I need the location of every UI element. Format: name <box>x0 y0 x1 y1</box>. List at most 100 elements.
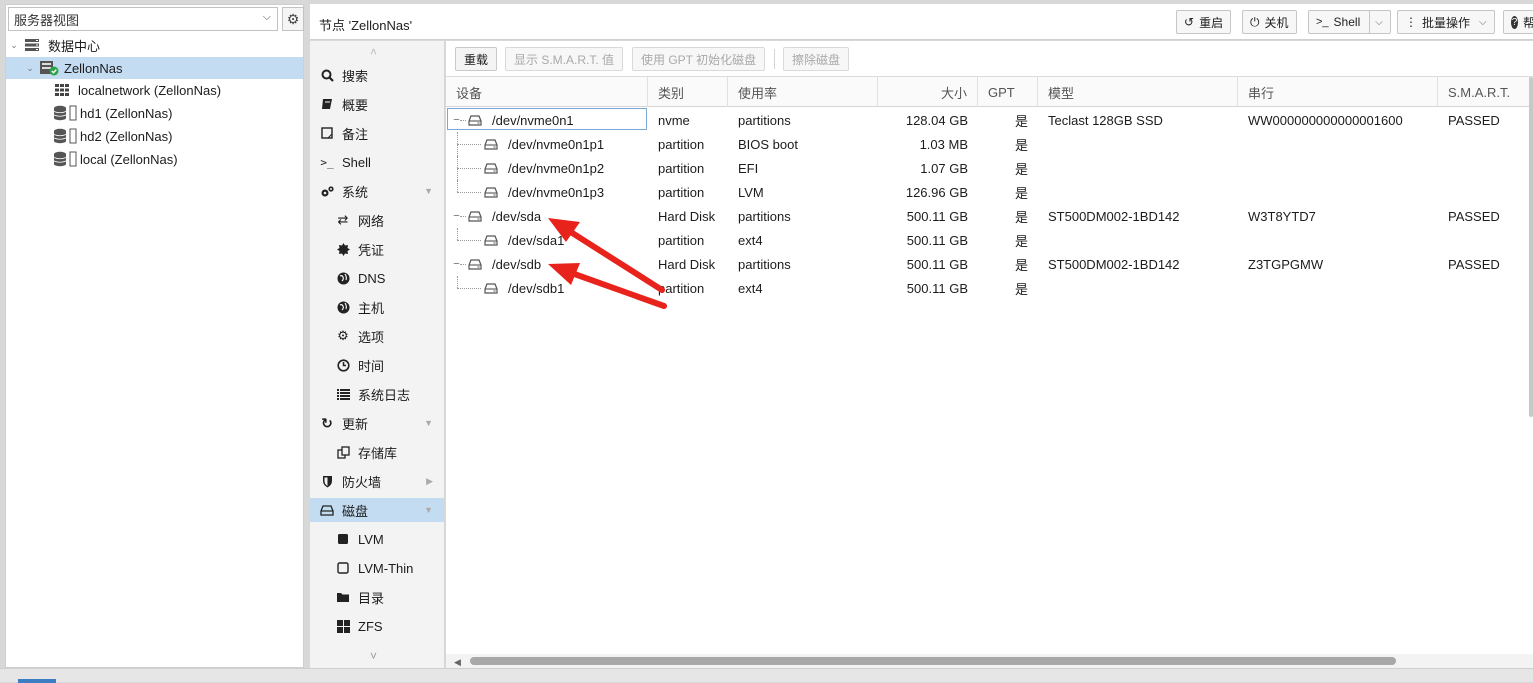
usage-cell: partitions <box>738 256 791 272</box>
tree-item-label: local (ZellonNas) <box>80 151 178 167</box>
table-row[interactable]: /dev/nvme0n1p1 partition BIOS boot 1.03 MB 是 <box>446 132 1533 156</box>
clock-icon <box>335 358 351 372</box>
nav-item-1[interactable]: 概要 <box>310 92 444 116</box>
col-type[interactable]: 类别 <box>648 77 728 107</box>
nav-item-11[interactable]: 系统日志 <box>310 382 444 406</box>
nav-item-13[interactable]: 存储库 <box>310 440 444 464</box>
shutdown-button[interactable]: ⏻ 关机 <box>1242 10 1297 34</box>
nav-item-label: 概要 <box>342 97 369 113</box>
table-row[interactable]: −/dev/nvme0n1 nvme partitions 128.04 GB 是 Tec… <box>446 108 1533 132</box>
nav-item-8[interactable]: 主机 <box>310 295 444 319</box>
nav-item-4[interactable]: 系统 ▼ <box>310 179 444 203</box>
nav-item-7[interactable]: DNS <box>310 266 444 290</box>
nav-item-17[interactable]: LVM-Thin <box>310 556 444 580</box>
nav-item-5[interactable]: ⇄ 网络 <box>310 208 444 232</box>
nav-item-label: 网络 <box>358 213 385 229</box>
gear-icon[interactable]: ⚙ <box>282 7 304 31</box>
nav-item-2[interactable]: 备注 <box>310 121 444 145</box>
col-size[interactable]: 大小 <box>878 77 978 107</box>
col-usage[interactable]: 使用率 <box>728 77 878 107</box>
nav-item-18[interactable]: 目录 <box>310 585 444 609</box>
reload-label: 重载 <box>464 52 489 67</box>
table-row[interactable]: −/dev/sdb Hard Disk partitions 500.11 GB 是 ST… <box>446 252 1533 276</box>
show-smart-button[interactable]: 显示 S.M.A.R.T. 值 <box>505 47 624 71</box>
col-type-label: 类别 <box>658 85 685 101</box>
size-cell: 500.11 GB <box>906 280 968 296</box>
node-online-icon <box>38 60 60 76</box>
nav-item-14[interactable]: 防火墙 ▶ <box>310 469 444 493</box>
reboot-label: 重启 <box>1199 15 1224 30</box>
tree-item-hd2[interactable]: hd2 (ZellonNas) <box>6 125 303 147</box>
nav-item-9[interactable]: ⚙ 选项 <box>310 324 444 348</box>
nav-item-12[interactable]: ↻ 更新 ▼ <box>310 411 444 435</box>
nav-item-16[interactable]: LVM <box>310 527 444 551</box>
chevron-down-icon[interactable]: ▼ <box>424 505 433 515</box>
model-cell <box>1038 276 1238 300</box>
table-row[interactable]: /dev/sdb1 partition ext4 500.11 GB 是 <box>446 276 1533 300</box>
shield-icon <box>319 475 335 488</box>
scroll-up-icon[interactable]: ˄ <box>370 45 377 59</box>
reload-button[interactable]: 重载 <box>455 47 498 71</box>
task-log-tab[interactable] <box>18 679 56 683</box>
type-cell: partition <box>658 136 705 152</box>
folder-icon <box>335 592 351 603</box>
col-device-label: 设备 <box>456 85 483 101</box>
help-button[interactable]: ? 帮 <box>1503 10 1533 34</box>
device-name: /dev/sdb1 <box>508 280 565 296</box>
scroll-down-icon[interactable]: ˅ <box>370 649 377 663</box>
nav-item-0[interactable]: 搜索 <box>310 63 444 87</box>
tree-collapse-icon[interactable]: ⌄ <box>8 40 20 51</box>
tree-item-datacenter[interactable]: ⌄ 数据中心 <box>6 34 303 56</box>
horizontal-scrollbar[interactable]: ◀ <box>446 654 1533 668</box>
bulk-actions-label: 批量操作 <box>1422 15 1471 30</box>
nav-item-15[interactable]: 磁盘 ▼ <box>310 498 444 522</box>
chevron-right-icon[interactable]: ▶ <box>426 476 433 487</box>
tree-item-label: 数据中心 <box>48 38 101 54</box>
gear-icon: ⚙ <box>337 328 349 343</box>
table-row[interactable]: −/dev/sda Hard Disk partitions 500.11 GB 是 ST… <box>446 204 1533 228</box>
network-grid-icon <box>52 83 72 97</box>
nav-item-19[interactable]: ZFS <box>310 614 444 638</box>
init-gpt-button[interactable]: 使用 GPT 初始化磁盘 <box>632 47 766 71</box>
power-icon: ⏻ <box>1250 14 1260 29</box>
scroll-left-icon[interactable]: ◀ <box>454 657 461 668</box>
tree-item-local[interactable]: local (ZellonNas) <box>6 148 303 170</box>
tree-item-localnetwork[interactable]: localnetwork (ZellonNas) <box>6 79 303 101</box>
device-cell: /dev/sdb1 <box>446 276 648 300</box>
help-label: 帮 <box>1522 15 1533 30</box>
storage-icon <box>52 151 80 167</box>
col-model[interactable]: 模型 <box>1038 77 1238 107</box>
reboot-button[interactable]: ↺ 重启 <box>1176 10 1232 34</box>
col-gpt[interactable]: GPT <box>978 77 1038 107</box>
gpt-cell: 是 <box>1014 209 1028 225</box>
wipe-disk-button[interactable]: 擦除磁盘 <box>783 47 850 71</box>
nav-item-6[interactable]: 凭证 <box>310 237 444 261</box>
vertical-scrollbar[interactable] <box>1529 77 1533 417</box>
horizontal-scrollbar-thumb[interactable] <box>470 657 1396 665</box>
col-model-label: 模型 <box>1048 85 1075 101</box>
col-device[interactable]: 设备 <box>446 77 648 107</box>
tree-item-hd1[interactable]: hd1 (ZellonNas) <box>6 102 303 124</box>
shell-button[interactable]: >_ Shell ⌵ <box>1308 10 1391 34</box>
table-row[interactable]: /dev/nvme0n1p2 partition EFI 1.07 GB 是 <box>446 156 1533 180</box>
chevron-down-icon[interactable]: ▼ <box>424 186 433 196</box>
tree-item-node[interactable]: ⌄ ZellonNas <box>6 57 303 79</box>
table-row[interactable]: /dev/sda1 partition ext4 500.11 GB 是 <box>446 228 1533 252</box>
storage-icon <box>52 128 80 144</box>
nav-item-10[interactable]: 时间 <box>310 353 444 377</box>
size-cell: 500.11 GB <box>906 256 968 272</box>
hdd-icon <box>482 138 500 150</box>
hdd-icon <box>319 504 335 516</box>
col-smart[interactable]: S.M.A.R.T. <box>1438 77 1533 107</box>
chevron-down-icon[interactable]: ▼ <box>424 418 433 428</box>
nav-item-3[interactable]: >_ Shell <box>310 150 444 174</box>
gpt-cell: 是 <box>1014 281 1028 297</box>
view-selector[interactable]: 服务器视图 ⌵ <box>8 7 278 31</box>
col-serial[interactable]: 串行 <box>1238 77 1438 107</box>
resource-tree-panel: 服务器视图 ⌵ ⚙ ⌄ 数据中心 ⌄ ZellonNas localnetwor… <box>5 4 304 668</box>
bulk-actions-button[interactable]: ⋮ 批量操作 ⌵ <box>1397 10 1495 34</box>
nav-item-label: 防火墙 <box>342 474 382 490</box>
chevron-down-icon[interactable]: ⌵ <box>1375 17 1383 28</box>
table-row[interactable]: /dev/nvme0n1p3 partition LVM 126.96 GB 是 <box>446 180 1533 204</box>
tree-collapse-icon[interactable]: ⌄ <box>24 63 36 74</box>
